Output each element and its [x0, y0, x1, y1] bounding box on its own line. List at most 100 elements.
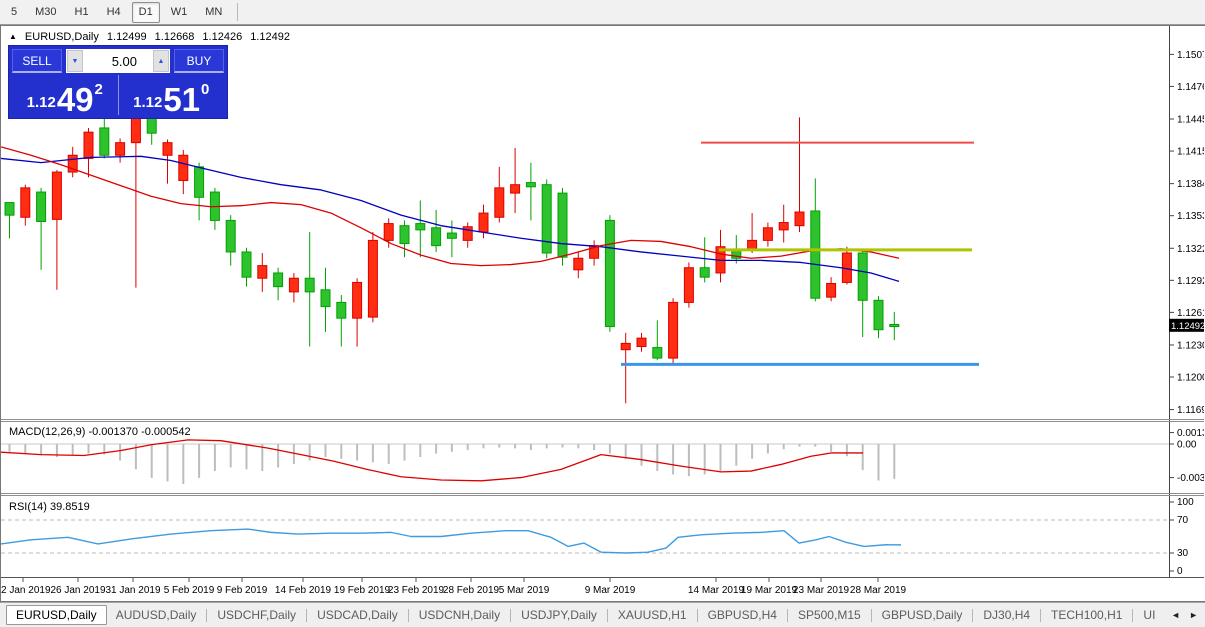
candle	[320, 289, 331, 308]
chart-tab-sp500[interactable]: SP500,M15	[789, 606, 870, 624]
collapse-trade-panel-icon[interactable]: ▲	[9, 33, 17, 41]
candle	[4, 202, 15, 216]
rsi-line	[1, 528, 902, 554]
tab-separator	[786, 608, 788, 622]
rsi-axis-label: 30	[1177, 548, 1189, 559]
date-label: 5 Mar 2019	[499, 585, 550, 596]
candle	[162, 142, 173, 156]
candle	[241, 251, 252, 278]
candle	[83, 131, 94, 159]
candle	[399, 225, 410, 245]
chart-window: MACD(12,26,9) -0.001370 -0.000542 RSI(14)…	[0, 25, 1205, 602]
tab-separator	[972, 608, 974, 622]
sell-price-button[interactable]: 1.12 49 2	[12, 75, 119, 116]
candle	[51, 171, 62, 220]
sell-price-sup: 2	[94, 81, 103, 98]
sell-price-small: 1.12	[26, 94, 56, 111]
date-label: 31 Jan 2019	[105, 585, 160, 596]
macd-signal-line	[1, 439, 863, 482]
timeframe-button-h4[interactable]: H4	[100, 2, 128, 23]
candle	[288, 277, 299, 293]
price-axis-label: 1.12615	[1177, 308, 1204, 319]
date-label: 19 Feb 2019	[334, 585, 391, 596]
ohlc-low: 1.12426	[202, 31, 243, 43]
chart-tab-usdcad[interactable]: USDCAD,Daily	[308, 606, 407, 624]
candle	[810, 210, 821, 299]
candle	[446, 232, 457, 239]
ohlc-close: 1.12492	[250, 31, 290, 43]
price-axis-label: 1.12305	[1177, 340, 1204, 351]
candle	[826, 282, 837, 298]
volume-decrease-icon[interactable]: ▼	[67, 50, 83, 72]
chart-tab-gbpusd[interactable]: GBPUSD,Daily	[873, 606, 972, 624]
candle	[541, 184, 552, 254]
macd-axis-label: 0.00	[1177, 440, 1197, 451]
chart-tab-usdchf[interactable]: USDCHF,Daily	[208, 606, 305, 624]
chart-tab-dj30[interactable]: DJ30,H4	[974, 606, 1039, 624]
candle	[146, 114, 157, 134]
volume-field[interactable]: 5.00	[83, 50, 153, 72]
date-label: 5 Feb 2019	[164, 585, 215, 596]
macd-axis-label: 0.001313	[1177, 428, 1204, 439]
tab-separator	[1040, 608, 1042, 622]
macd-panel[interactable]: MACD(12,26,9) -0.001370 -0.000542	[1, 426, 1169, 485]
price-axis-label: 1.13535	[1177, 211, 1204, 222]
macd-label: MACD(12,26,9) -0.001370 -0.000542	[9, 426, 191, 438]
candle	[668, 301, 679, 359]
chart-title-bar: ▲ EURUSD,Daily 1.12499 1.12668 1.12426 1…	[9, 31, 290, 43]
chart-tab-audusd[interactable]: AUDUSD,Daily	[107, 606, 206, 624]
current-price-label: 1.12492	[1171, 321, 1204, 332]
candle	[699, 267, 710, 278]
candle	[367, 239, 378, 318]
main-chart-panel[interactable]	[1, 110, 979, 404]
timeframe-button-d1[interactable]: D1	[131, 1, 160, 23]
buy-price-button[interactable]: 1.12 51 0	[119, 75, 225, 118]
buy-price-sup: 0	[201, 81, 210, 98]
price-axis-label: 1.14150	[1177, 147, 1204, 158]
tab-separator	[510, 608, 512, 622]
candle	[20, 187, 31, 218]
timeframe-button-w1[interactable]: W1	[164, 2, 195, 23]
chart-tab-usdjpy[interactable]: USDJPY,Daily	[512, 606, 606, 624]
candle	[194, 166, 205, 198]
tab-scroll-left-icon[interactable]: ◄	[1171, 610, 1180, 620]
buy-button[interactable]: BUY	[174, 49, 224, 73]
candle	[857, 252, 868, 301]
candle	[99, 127, 110, 156]
candle	[889, 323, 900, 328]
chart-tab-usdcnh[interactable]: USDCNH,Daily	[410, 606, 509, 624]
ohlc-open: 1.12499	[106, 31, 147, 43]
date-label: 28 Mar 2019	[850, 585, 907, 596]
price-axis-label: 1.12000	[1177, 373, 1204, 384]
candle	[494, 187, 505, 218]
candle	[478, 212, 489, 233]
timeframe-button-h1[interactable]: H1	[68, 2, 96, 23]
candle	[620, 342, 631, 351]
chart-tab-gbpusd[interactable]: GBPUSD,H4	[699, 606, 786, 624]
candle	[304, 277, 315, 293]
candle	[573, 257, 584, 271]
timeframe-button-m30[interactable]: M30	[28, 2, 63, 23]
date-label: 19 Mar 2019	[741, 585, 798, 596]
price-axis: 1.15070 1.14765 1.14455 1.14150 1.13840 1.135…	[1169, 26, 1204, 577]
candle	[652, 347, 663, 359]
chart-tab-eurusd[interactable]: EURUSD,Daily	[6, 605, 107, 625]
tab-scroll-right-icon[interactable]: ►	[1189, 610, 1198, 620]
chart-tab-xauusd[interactable]: XAUUSD,H1	[609, 606, 696, 624]
tab-separator	[696, 608, 698, 622]
chart-tab-tech100[interactable]: TECH100,H1	[1042, 606, 1131, 624]
candle	[683, 267, 694, 303]
tab-separator	[870, 608, 872, 622]
volume-increase-icon[interactable]: ▲	[153, 50, 169, 72]
time-axis: 22 Jan 201926 Jan 201931 Jan 2019 5 Feb 2…	[1, 577, 907, 596]
timeframe-button-5[interactable]: 5	[4, 2, 24, 23]
rsi-panel[interactable]: RSI(14) 39.8519	[1, 501, 1169, 554]
buy-price-big: 51	[163, 80, 201, 118]
tab-separator	[306, 608, 308, 622]
candle	[352, 281, 363, 319]
sell-button[interactable]: SELL	[12, 49, 62, 73]
candle	[873, 299, 884, 331]
chart-tab-ui[interactable]: UI	[1134, 606, 1164, 624]
timeframe-button-mn[interactable]: MN	[198, 2, 229, 23]
price-axis-label: 1.14455	[1177, 115, 1204, 126]
